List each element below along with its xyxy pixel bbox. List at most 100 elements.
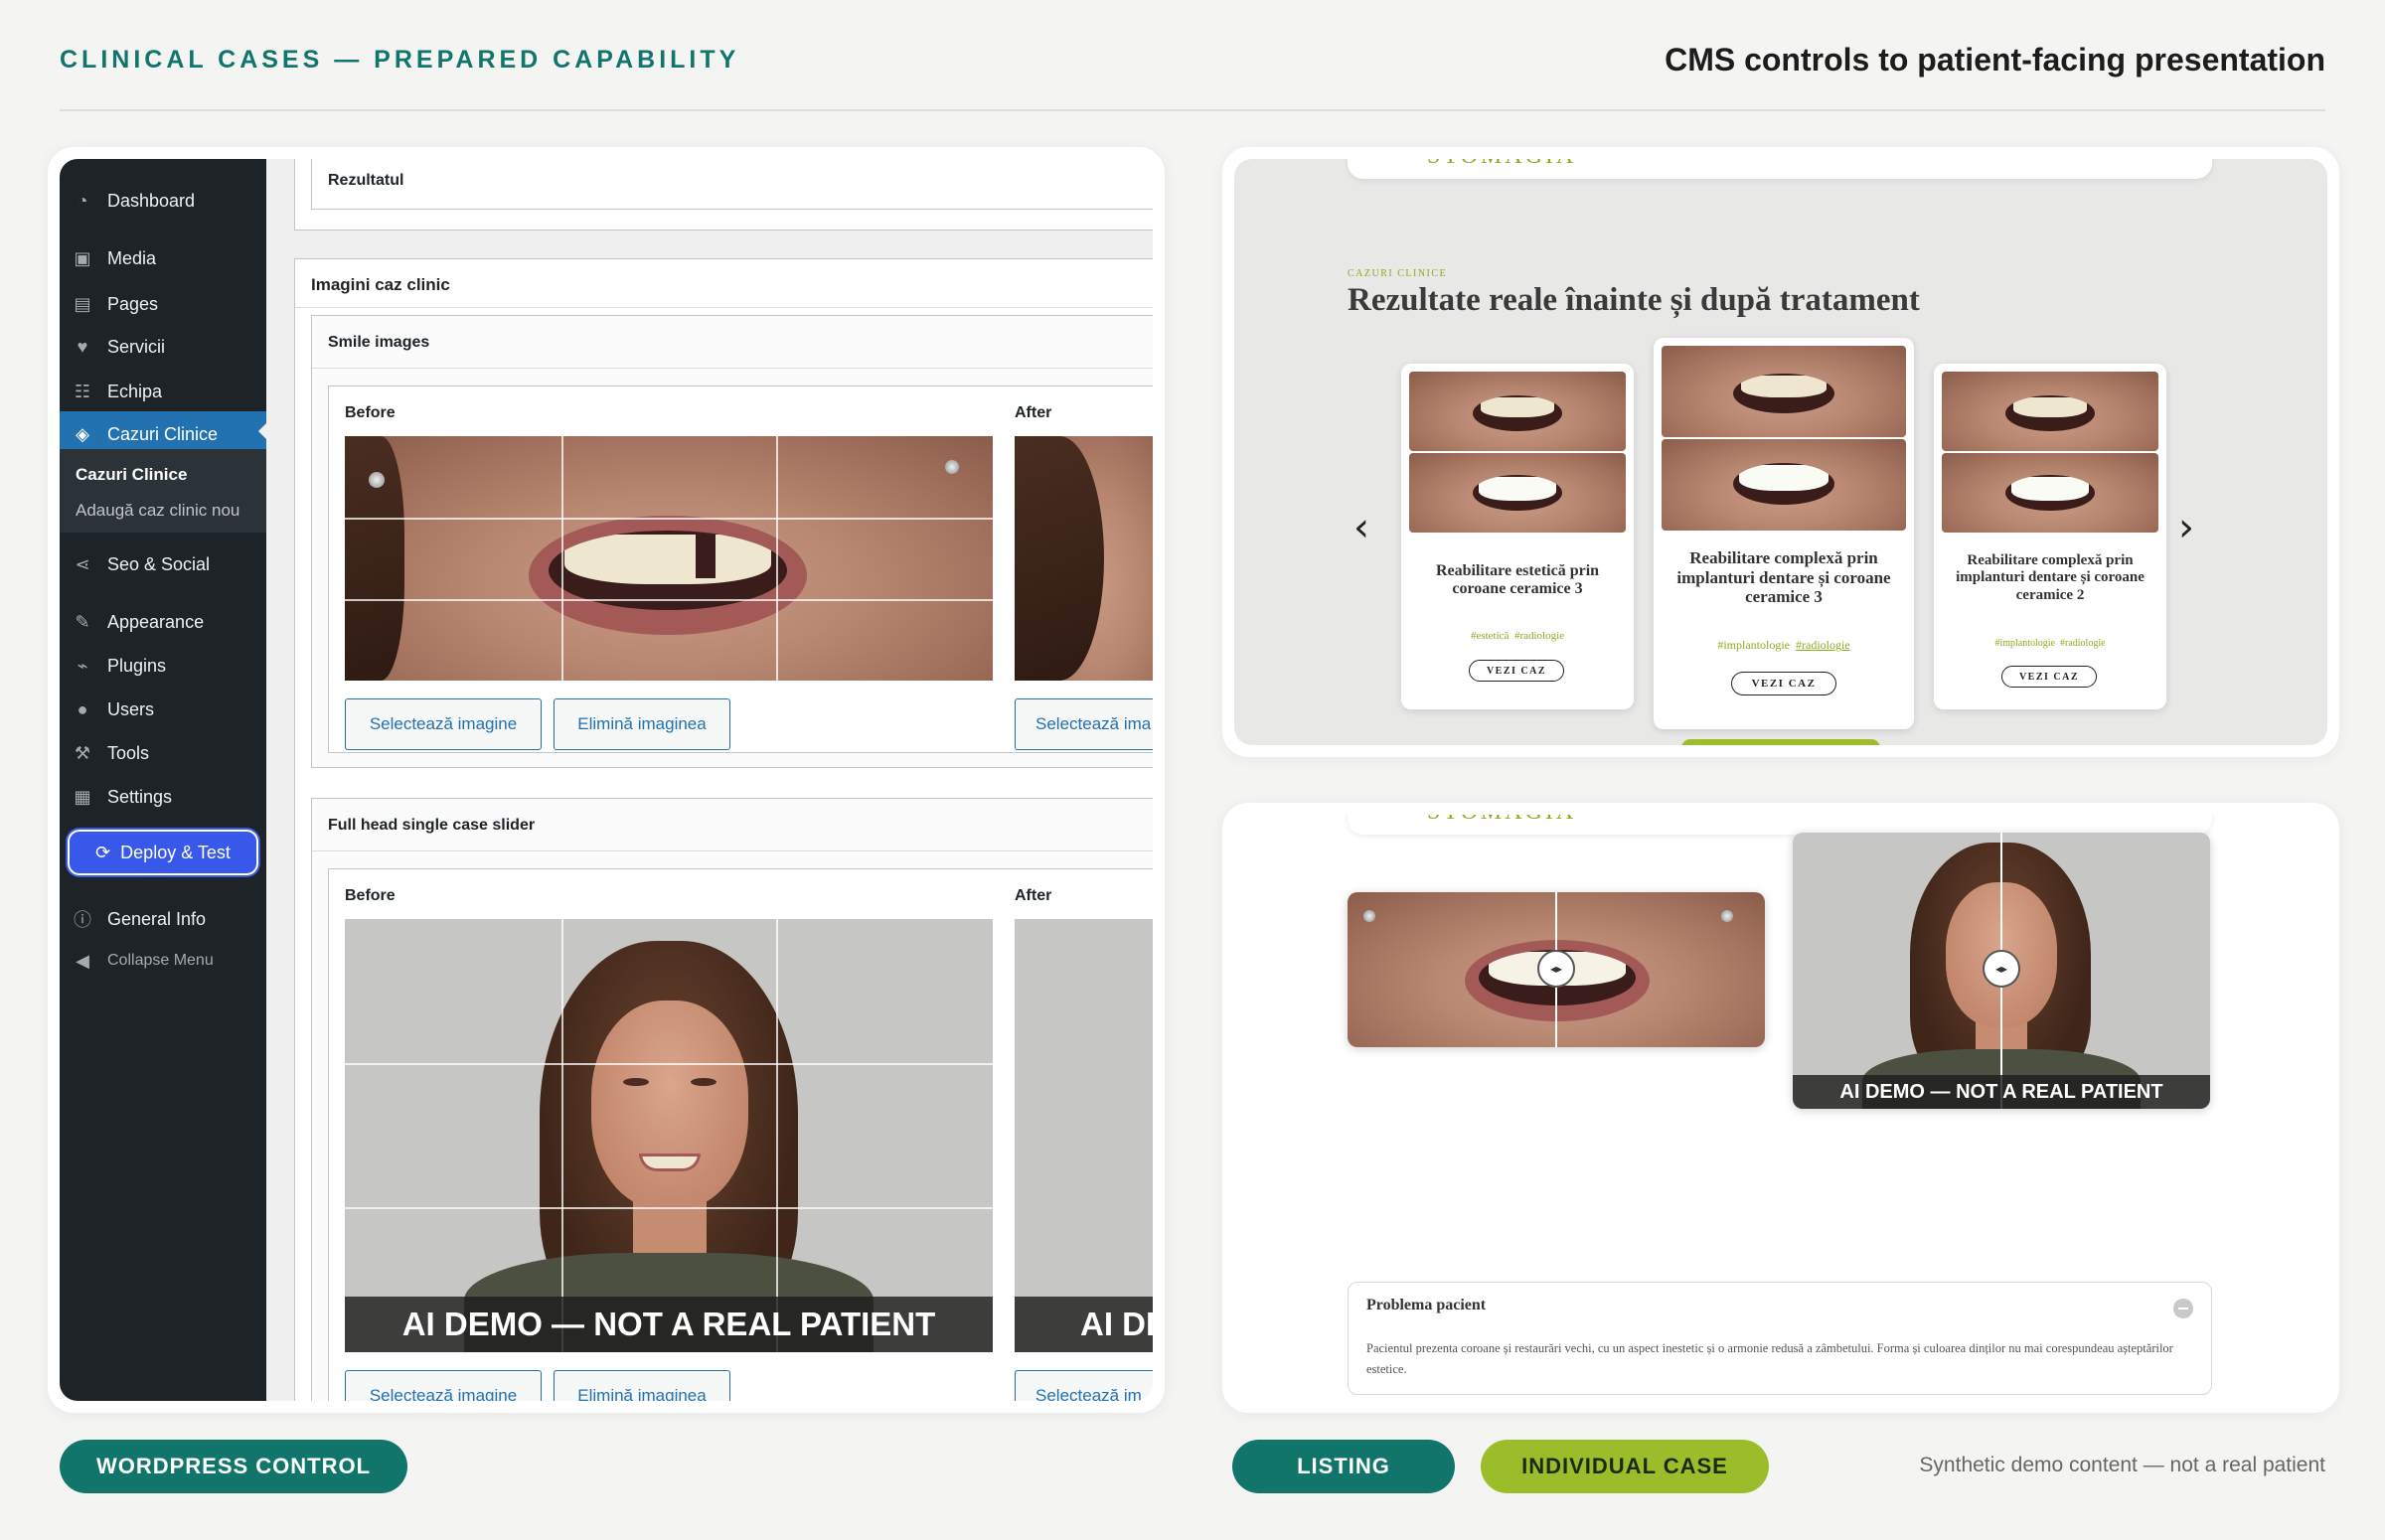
ai-demo-banner-after: AI DI [1015, 1297, 1153, 1352]
clinical-images-title: Imagini caz clinic [311, 275, 450, 294]
view-all-cases-button[interactable] [1681, 739, 1880, 745]
accordion-title[interactable]: Problema pacient [1366, 1297, 1486, 1314]
collapse-menu-button[interactable]: ◀ Collapse Menu [60, 941, 266, 981]
sidebar-item-pages[interactable]: ▤ Pages [60, 284, 266, 324]
carousel-prev-arrow[interactable]: ‹ [1353, 505, 1369, 550]
slider-handle[interactable]: ◂▸ [1537, 950, 1575, 988]
head-after-select-button[interactable]: Selectează im [1015, 1370, 1153, 1401]
case-screenshot-frame: STOMAGIA ◂▸ ◂▸ AI DEMO — NOT A REAL PATI… [1222, 803, 2339, 1413]
smile-after-image[interactable] [1015, 436, 1153, 681]
head-before-image[interactable]: AI DEMO — NOT A REAL PATIENT [345, 919, 993, 1352]
tooth-icon: ◈ [76, 423, 89, 444]
smile-comparison-slider[interactable]: ◂▸ [1348, 892, 1765, 1047]
dashboard-icon: ◔ [77, 190, 88, 211]
smile-images-label: Smile images [328, 334, 430, 351]
full-head-images-row: Before After AI DEMO — NOT A REAL PATIEN… [328, 868, 1153, 1401]
smile-before-select-button[interactable]: Selectează imagine [345, 698, 542, 750]
patient-problem-accordion[interactable]: Problema pacient Pacientul prezenta coro… [1348, 1282, 2212, 1395]
carousel-next-arrow[interactable]: › [2178, 505, 2194, 550]
smile-after-label: After [1015, 404, 1052, 421]
sidebar-item-dashboard[interactable]: ◔ Dashboard [60, 181, 266, 221]
sidebar-item-echipa[interactable]: ☷ Echipa [60, 372, 266, 411]
case-card-after-image [1662, 439, 1906, 531]
heart-icon: ♥ [77, 336, 88, 357]
head-before-remove-button[interactable]: Elimină imaginea [554, 1370, 730, 1401]
sidebar-item-appearance[interactable]: ✎ Appearance [60, 602, 266, 642]
settings-icon: ▦ [74, 786, 91, 807]
result-field-label: Rezultatul [328, 172, 404, 189]
info-icon: ⓘ [74, 910, 91, 930]
wrench-icon: ⚒ [74, 742, 91, 763]
case-card-after-image [1409, 453, 1626, 533]
site-logo[interactable]: STOMAGIA [1427, 815, 1576, 826]
case-card-title[interactable]: Reabilitare complexă prin implanturi den… [1944, 552, 2156, 604]
sidebar-item-media[interactable]: ▣ Media [60, 238, 266, 278]
listing-title: Rezultate reale înainte și după tratamen… [1348, 282, 1920, 318]
listing-page: STOMAGIA CAZURI CLINICE Rezultate reale … [1234, 159, 2327, 745]
case-card-featured[interactable]: Reabilitare complexă prin implanturi den… [1654, 338, 1914, 729]
cazuri-clinice-submenu: Cazuri Clinice Adaugă caz clinic nou [60, 449, 266, 533]
head-after-image[interactable]: AI DI [1015, 919, 1153, 1352]
media-icon: ▣ [74, 247, 91, 268]
pages-icon: ▤ [74, 293, 91, 314]
sidebar-item-servicii[interactable]: ♥ Servicii [60, 327, 266, 367]
case-card[interactable]: Reabilitare estetică prin coroane cerami… [1401, 364, 1634, 709]
view-case-button[interactable]: VEZI CAZ [2001, 666, 2097, 688]
team-icon: ☷ [74, 381, 91, 401]
header-divider [60, 109, 2325, 111]
collapse-minus-icon[interactable] [2173, 1299, 2193, 1318]
plugin-icon: ⌁ [77, 655, 88, 676]
submenu-item-all-cases[interactable]: Cazuri Clinice [76, 465, 187, 485]
metabox-divider [295, 307, 1153, 308]
result-field-box: Rezultatul [294, 159, 1153, 231]
case-card-before-image [1942, 372, 2158, 451]
wordpress-admin: ◔ Dashboard ▣ Media ▤ Pages ♥ Servicii ☷ Echi… [60, 159, 1153, 1401]
ai-demo-banner: AI DEMO — NOT A REAL PATIENT [1793, 1075, 2210, 1109]
case-card-title[interactable]: Reabilitare estetică prin coroane cerami… [1411, 562, 1624, 599]
head-comparison-slider[interactable]: ◂▸ AI DEMO — NOT A REAL PATIENT [1793, 833, 2210, 1109]
submenu-item-add-new-case[interactable]: Adaugă caz clinic nou [76, 501, 239, 521]
user-icon: ● [77, 698, 88, 719]
case-card-title[interactable]: Reabilitare complexă prin implanturi den… [1664, 548, 1904, 607]
view-case-button[interactable]: VEZI CAZ [1469, 660, 1564, 682]
head-after-label: After [1015, 887, 1052, 904]
wp-edit-screen: Rezultatul Imagini caz clinic Smile imag… [266, 159, 1153, 1401]
page-eyebrow-title: CLINICAL CASES — PREPARED CAPABILITY [60, 46, 740, 74]
case-card-after-image [1942, 453, 2158, 533]
brush-icon: ✎ [75, 611, 90, 632]
listing-eyebrow: CAZURI CLINICE [1348, 268, 1448, 279]
slider-handle[interactable]: ◂▸ [1983, 950, 2020, 988]
sidebar-item-users[interactable]: ● Users [60, 690, 266, 729]
case-card-before-image [1662, 346, 1906, 437]
smile-images-row: Before After Selectează imagine Elimină … [328, 385, 1153, 753]
share-icon: ⋖ [75, 553, 90, 574]
accordion-body: Pacientul prezenta coroane și restaurări… [1366, 1341, 2173, 1376]
wordpress-control-label: WORDPRESS CONTROL [60, 1440, 407, 1493]
case-card[interactable]: Reabilitare complexă prin implanturi den… [1934, 364, 2166, 709]
collapse-icon: ◀ [76, 950, 89, 971]
sidebar-item-seo-social[interactable]: ⋖ Seo & Social [60, 544, 266, 584]
view-case-button[interactable]: VEZI CAZ [1731, 672, 1836, 695]
smile-before-remove-button[interactable]: Elimină imaginea [554, 698, 730, 750]
sidebar-item-plugins[interactable]: ⌁ Plugins [60, 646, 266, 686]
sidebar-item-settings[interactable]: ▦ Settings [60, 777, 266, 817]
site-logo[interactable]: STOMAGIA [1427, 159, 1576, 170]
listing-label: LISTING [1232, 1440, 1455, 1493]
sidebar-item-general-info[interactable]: ⓘ General Info [60, 899, 266, 939]
deploy-test-button[interactable]: ⟳ Deploy & Test [68, 830, 258, 875]
smile-before-image[interactable] [345, 436, 993, 681]
wordpress-screenshot-frame: ◔ Dashboard ▣ Media ▤ Pages ♥ Servicii ☷ Echi… [48, 147, 1165, 1413]
clinical-images-metabox: Imagini caz clinic Smile images Before A… [294, 258, 1153, 1401]
full-head-slider-group: Full head single case slider Before Afte… [311, 798, 1153, 1401]
full-head-slider-label: Full head single case slider [328, 817, 536, 834]
case-card-tags: #implantologie #radiologie [1994, 638, 2106, 649]
case-card-tags: #implantologie #radiologie [1717, 638, 1850, 652]
sidebar-item-tools[interactable]: ⚒ Tools [60, 733, 266, 773]
head-before-select-button[interactable]: Selectează imagine [345, 1370, 542, 1401]
synthetic-content-disclaimer: Synthetic demo content — not a real pati… [1919, 1454, 2325, 1476]
wp-admin-sidebar: ◔ Dashboard ▣ Media ▤ Pages ♥ Servicii ☷ Echi… [60, 159, 266, 1401]
case-card-tags: #estetică #radiologie [1470, 630, 1565, 642]
head-before-label: Before [345, 887, 396, 904]
ai-demo-banner: AI DEMO — NOT A REAL PATIENT [345, 1297, 993, 1352]
smile-after-select-button[interactable]: Selectează ima [1015, 698, 1153, 750]
